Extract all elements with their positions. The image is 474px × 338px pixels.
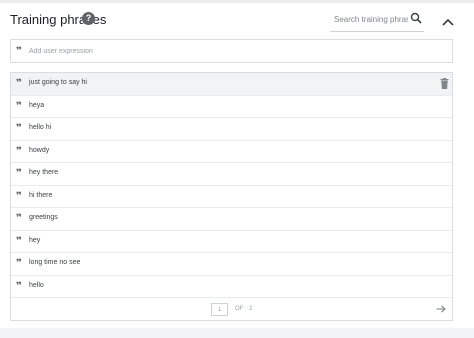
quote-icon: ❞ [16,190,22,202]
chevron-up-icon[interactable] [440,16,456,28]
phrase-row[interactable]: ❞ hi there [11,186,452,208]
phrase-text[interactable]: hey there [29,169,58,176]
phrase-text[interactable]: hey [29,237,40,244]
phrase-text[interactable]: howdy [29,147,49,154]
quote-icon: ❞ [16,46,22,57]
phrase-row[interactable]: ❞ heya [11,96,452,118]
search-icon[interactable] [410,12,422,24]
bottom-divider [0,328,474,338]
page-of-label: OF [235,306,244,312]
trash-icon[interactable] [440,78,449,89]
phrase-text[interactable]: hello [29,282,44,289]
phrase-row[interactable]: ❞ greetings [11,208,452,231]
phrase-row[interactable]: ❞ hello [11,276,452,298]
add-expression-input[interactable] [29,43,429,59]
quote-icon: ❞ [16,235,22,247]
phrase-row[interactable]: ❞ just going to say hi [11,73,452,96]
phrase-row[interactable]: ❞ hey there [11,163,452,186]
quote-icon: ❞ [16,78,22,89]
top-divider [0,0,474,3]
phrase-row[interactable]: ❞ long time no see [11,253,452,276]
quote-icon: ❞ [16,168,22,179]
phrase-text[interactable]: hello hi [29,124,51,131]
arrow-right-icon[interactable] [436,305,446,313]
phrase-row[interactable]: ❞ hey [11,231,452,253]
help-icon[interactable]: ? [82,12,95,25]
search-input[interactable] [334,11,408,27]
phrase-text[interactable]: long time no see [29,259,80,266]
phrase-row[interactable]: ❞ hello hi [11,118,452,141]
page-total: 2 [249,306,253,312]
quote-icon: ❞ [16,258,22,269]
pagination: OF 2 [11,298,452,320]
phrase-row[interactable]: ❞ howdy [11,141,452,163]
add-user-expression[interactable]: ❞ [10,39,453,63]
search-box [330,8,424,32]
training-phrases-list: ❞ just going to say hi ❞ heya ❞ hello hi… [10,72,453,321]
page-number-input[interactable] [211,303,228,316]
phrase-text[interactable]: greetings [29,214,58,221]
quote-icon: ❞ [16,213,22,224]
phrase-text[interactable]: just going to say hi [29,79,87,86]
quote-icon: ❞ [16,145,22,157]
phrase-text[interactable]: heya [29,102,44,109]
training-phrases-header: Training phrases ? [0,8,474,32]
quote-icon: ❞ [16,280,22,292]
quote-icon: ❞ [16,100,22,112]
phrase-text[interactable]: hi there [29,192,52,199]
quote-icon: ❞ [16,123,22,134]
